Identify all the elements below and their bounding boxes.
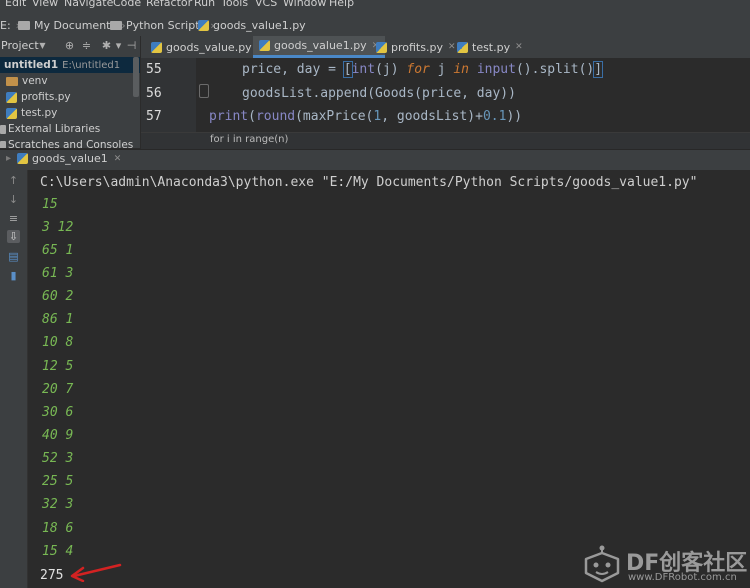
menu-refactor[interactable]: Refactor — [146, 0, 192, 9]
console-output-line: 61 3 — [42, 266, 74, 281]
code-line-56: goodsList.append(Goods(price, day)) — [242, 86, 516, 101]
menu-code[interactable]: Code — [113, 0, 141, 9]
trash-icon[interactable]: ▮ — [7, 269, 20, 282]
close-icon[interactable]: ✕ — [515, 42, 523, 52]
run-tab[interactable]: ▸ goods_value1 ✕ — [6, 152, 121, 165]
tree-scrollbar[interactable] — [133, 57, 139, 97]
tree-item-venv[interactable]: venv — [0, 73, 140, 89]
console-output-line: 15 — [42, 197, 58, 212]
dfrobot-watermark: DF创客社区 www.DFRobot.com.cn — [572, 545, 748, 585]
print-icon[interactable]: ▤ — [7, 250, 20, 263]
breadcrumb-file[interactable]: goods_value1.py — [198, 17, 306, 33]
watermark-url: www.DFRobot.com.cn — [628, 572, 737, 583]
soft-wrap-icon[interactable]: ≡ — [7, 212, 20, 225]
folder-icon — [18, 20, 30, 30]
console-output-line: 40 9 — [42, 428, 74, 443]
robot-logo-icon — [584, 545, 620, 583]
python-file-icon — [151, 41, 162, 53]
console-output-line: 25 5 — [42, 474, 74, 489]
project-panel-header: Project ▼ ⊕ ≑ ✱ ▾ ⊣ — [0, 36, 140, 58]
breadcrumb: E:› My Documents› Python Scripts› goods_… — [0, 13, 750, 37]
project-view-selector[interactable]: Project — [1, 39, 39, 52]
collapse-all-icon[interactable]: ≑ — [81, 40, 92, 51]
tree-item-external-libraries[interactable]: External Libraries — [0, 121, 140, 137]
python-file-icon — [457, 41, 468, 53]
console-output-line: 52 3 — [42, 451, 74, 466]
settings-dropdown-icon[interactable]: ▾ — [113, 40, 124, 51]
tree-item-test[interactable]: test.py — [0, 105, 140, 121]
close-icon[interactable]: ✕ — [114, 154, 122, 164]
scroll-to-end-icon[interactable]: ⇩ — [7, 230, 20, 243]
scroll-up-icon[interactable]: ↑ — [7, 174, 20, 187]
line-number: 55 — [146, 62, 162, 77]
menu-run[interactable]: Run — [194, 0, 215, 9]
python-file-icon — [376, 41, 387, 53]
console-output-line: 10 8 — [42, 335, 74, 350]
console-output-line: 30 6 — [42, 405, 74, 420]
console-result: 275 — [40, 568, 64, 583]
red-arrow-annotation — [70, 563, 122, 582]
run-toolbar: ↑ ↓ ≡ ⇩ ▤ ▮ — [0, 170, 28, 588]
run-window-header: ▸ goods_value1 ✕ — [0, 149, 750, 171]
console-output-line: 60 2 — [42, 289, 74, 304]
console-output-line: 3 12 — [42, 220, 74, 235]
folder-icon — [6, 76, 18, 86]
code-line-55: price, day = [int(j) for j in input().sp… — [242, 61, 604, 78]
console-output-line: 12 5 — [42, 359, 74, 374]
menu-navigate[interactable]: Navigate — [64, 0, 113, 9]
menu-vcs[interactable]: VCS — [255, 0, 277, 9]
run-label-icon: ▸ — [6, 153, 12, 164]
scratches-icon — [0, 140, 6, 148]
console-output-line: 32 3 — [42, 497, 74, 512]
console-output[interactable] — [28, 170, 750, 588]
python-run-icon — [17, 153, 29, 164]
editor-tab-bar: goods_value.py✕ goods_value1.py✕ profits… — [141, 36, 750, 59]
python-file-icon — [6, 107, 17, 119]
console-output-line: 86 1 — [42, 312, 74, 327]
menu-tools[interactable]: Tools — [221, 0, 248, 9]
tree-item-scratches[interactable]: Scratches and Consoles — [0, 137, 140, 148]
hide-panel-icon[interactable]: ⊣ — [126, 40, 137, 51]
fold-icon[interactable] — [199, 84, 209, 98]
target-icon[interactable]: ⊕ — [64, 40, 75, 51]
project-tree: untitled1 E:\untitled1 venv profits.py t… — [0, 57, 140, 148]
line-number: 56 — [146, 86, 162, 101]
library-icon — [0, 124, 6, 134]
menu-view[interactable]: View — [32, 0, 58, 9]
tab-test[interactable]: test.py ✕ — [451, 36, 529, 58]
menu-edit[interactable]: Edit — [5, 0, 26, 9]
menu-help[interactable]: Help — [329, 0, 354, 9]
console-output-line: 20 7 — [42, 382, 74, 397]
python-file-icon — [6, 91, 17, 103]
code-breadcrumb-hint: for i in range(n) — [141, 132, 750, 149]
tree-item-untitled1[interactable]: untitled1 E:\untitled1 — [0, 57, 140, 73]
tab-profits[interactable]: profits.py ✕ — [370, 36, 462, 58]
console-output-line: 18 6 — [42, 521, 74, 536]
tab-goods-value[interactable]: goods_value.py✕ — [145, 36, 270, 58]
console-output-line: 15 4 — [42, 544, 74, 559]
dropdown-arrow-icon[interactable]: ▼ — [37, 40, 48, 51]
folder-icon — [110, 20, 122, 30]
console-output-line: 65 1 — [42, 243, 74, 258]
tree-item-profits[interactable]: profits.py — [0, 89, 140, 105]
line-number: 57 — [146, 109, 162, 124]
gear-icon[interactable]: ✱ — [101, 40, 112, 51]
menu-bar: Edit View Navigate Code Refactor Run Too… — [0, 0, 750, 13]
menu-window[interactable]: Window — [283, 0, 326, 9]
python-file-icon — [198, 19, 209, 31]
tab-goods-value1[interactable]: goods_value1.py✕ — [253, 36, 386, 58]
console-command-line: C:\Users\admin\Anaconda3\python.exe "E:/… — [40, 175, 698, 190]
python-file-icon — [259, 40, 270, 51]
scroll-down-icon[interactable]: ↓ — [7, 193, 20, 206]
code-line-57: print(round(maxPrice(1, goodsList)+0.1)) — [209, 109, 523, 124]
